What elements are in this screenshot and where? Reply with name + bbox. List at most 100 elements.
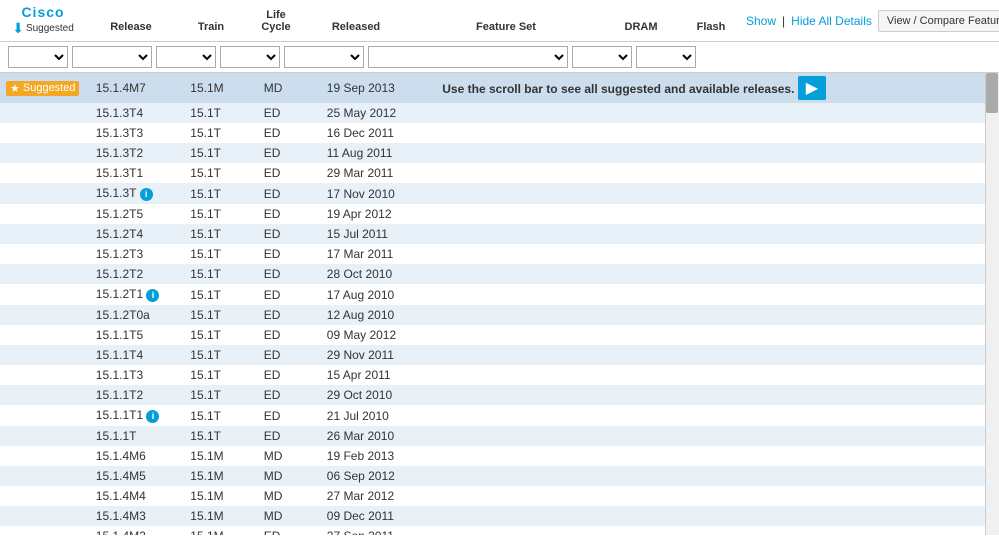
col-header-released: Released <box>306 21 406 33</box>
released-cell: 27 Sep 2011 <box>321 526 437 535</box>
lifecycle-cell: ED <box>258 183 321 204</box>
table-row[interactable]: ★ Suggested15.1.4M715.1MMD19 Sep 2013Use… <box>0 73 999 103</box>
released-cell: 25 May 2012 <box>321 103 437 123</box>
train-cell: 15.1M <box>184 526 258 535</box>
col-header-flash: Flash <box>676 21 746 33</box>
right-arrow-icon: ▶ <box>798 76 826 100</box>
featureset-cell <box>436 264 852 284</box>
flash-filter[interactable] <box>636 46 696 68</box>
dram-cell <box>852 305 926 325</box>
table-row[interactable]: 15.1.3T415.1TED25 May 2012 <box>0 103 999 123</box>
lifecycle-cell: ED <box>258 426 321 446</box>
info-icon[interactable]: i <box>140 188 153 201</box>
lifecycle-cell: ED <box>258 163 321 183</box>
compare-features-button[interactable]: View / Compare Features <box>878 10 999 32</box>
scroll-notice: Use the scroll bar to see all suggested … <box>442 78 794 100</box>
featureset-filter[interactable] <box>368 46 568 68</box>
table-row[interactable]: 15.1.2T215.1TED28 Oct 2010 <box>0 264 999 284</box>
featureset-cell <box>436 486 852 506</box>
lifecycle-cell: ED <box>258 345 321 365</box>
table-row[interactable]: 15.1.2T1 i15.1TED17 Aug 2010 <box>0 284 999 305</box>
cisco-cell <box>0 325 90 345</box>
release-filter[interactable] <box>72 46 152 68</box>
lifecycle-cell: ED <box>258 264 321 284</box>
dram-cell <box>852 264 926 284</box>
table-row[interactable]: 15.1.1T515.1TED09 May 2012 <box>0 325 999 345</box>
table-row[interactable]: 15.1.1T315.1TED15 Apr 2011 <box>0 365 999 385</box>
table-row[interactable]: 15.1.2T515.1TED19 Apr 2012 <box>0 204 999 224</box>
train-cell: 15.1T <box>184 183 258 204</box>
table-row[interactable]: 15.1.3T315.1TED16 Dec 2011 <box>0 123 999 143</box>
table-row[interactable]: 15.1.2T415.1TED15 Jul 2011 <box>0 224 999 244</box>
cisco-cell <box>0 244 90 264</box>
cisco-cell <box>0 163 90 183</box>
released-filter[interactable] <box>284 46 364 68</box>
release-cell: 15.1.2T5 <box>90 204 185 224</box>
info-icon[interactable]: i <box>146 410 159 423</box>
table-row[interactable]: 15.1.1T415.1TED29 Nov 2011 <box>0 345 999 365</box>
lifecycle-cell: MD <box>258 466 321 486</box>
scrollbar-thumb[interactable] <box>986 73 998 113</box>
down-arrow-icon: ⬇ <box>12 20 24 37</box>
table-row[interactable]: 15.1.3T115.1TED29 Mar 2011 <box>0 163 999 183</box>
dram-cell <box>852 103 926 123</box>
train-cell: 15.1T <box>184 103 258 123</box>
table-row[interactable]: 15.1.2T0a15.1TED12 Aug 2010 <box>0 305 999 325</box>
release-cell: 15.1.1T2 <box>90 385 185 405</box>
table-row[interactable]: 15.1.2T315.1TED17 Mar 2011 <box>0 244 999 264</box>
featureset-cell <box>436 284 852 305</box>
cisco-cell <box>0 365 90 385</box>
dram-cell <box>852 426 926 446</box>
release-cell: 15.1.2T2 <box>90 264 185 284</box>
table-row[interactable]: 15.1.4M315.1MMD09 Dec 2011 <box>0 506 999 526</box>
col-header-train: Train <box>176 21 246 33</box>
cisco-cell <box>0 123 90 143</box>
table-row[interactable]: 15.1.3T i15.1TED17 Nov 2010 <box>0 183 999 204</box>
cisco-cell <box>0 224 90 244</box>
release-cell: 15.1.2T1 i <box>90 284 185 305</box>
cisco-cell <box>0 466 90 486</box>
train-cell: 15.1T <box>184 284 258 305</box>
release-cell: 15.1.3T3 <box>90 123 185 143</box>
released-cell: 21 Jul 2010 <box>321 405 437 426</box>
releases-table: ★ Suggested15.1.4M715.1MMD19 Sep 2013Use… <box>0 73 999 535</box>
lifecycle-filter[interactable] <box>220 46 280 68</box>
table-row[interactable]: 15.1.1T1 i15.1TED21 Jul 2010 <box>0 405 999 426</box>
table-container: ★ Suggested15.1.4M715.1MMD19 Sep 2013Use… <box>0 73 999 535</box>
train-cell: 15.1M <box>184 446 258 466</box>
table-row[interactable]: 15.1.1T215.1TED29 Oct 2010 <box>0 385 999 405</box>
table-row[interactable]: 15.1.4M215.1MED27 Sep 2011 <box>0 526 999 535</box>
train-cell: 15.1T <box>184 305 258 325</box>
released-cell: 29 Mar 2011 <box>321 163 437 183</box>
released-cell: 19 Apr 2012 <box>321 204 437 224</box>
scrollbar-area[interactable] <box>985 73 999 535</box>
train-filter[interactable] <box>156 46 216 68</box>
hide-all-details-link[interactable]: Hide All Details <box>791 14 872 28</box>
table-row[interactable]: 15.1.3T215.1TED11 Aug 2011 <box>0 143 999 163</box>
featureset-cell <box>436 426 852 446</box>
info-icon[interactable]: i <box>146 289 159 302</box>
train-cell: 15.1T <box>184 325 258 345</box>
table-row[interactable]: 15.1.4M415.1MMD27 Mar 2012 <box>0 486 999 506</box>
table-row[interactable]: 15.1.1T15.1TED26 Mar 2010 <box>0 426 999 446</box>
train-cell: 15.1T <box>184 143 258 163</box>
show-link[interactable]: Show <box>746 14 776 28</box>
lifecycle-cell: ED <box>258 103 321 123</box>
table-row[interactable]: 15.1.4M515.1MMD06 Sep 2012 <box>0 466 999 486</box>
dram-cell <box>852 486 926 506</box>
dram-filter[interactable] <box>572 46 632 68</box>
dram-cell <box>852 325 926 345</box>
col-header-dram: DRAM <box>606 21 676 33</box>
train-cell: 15.1T <box>184 123 258 143</box>
table-row[interactable]: 15.1.4M615.1MMD19 Feb 2013 <box>0 446 999 466</box>
released-cell: 16 Dec 2011 <box>321 123 437 143</box>
featureset-cell <box>436 163 852 183</box>
featureset-cell <box>436 143 852 163</box>
dram-cell <box>852 345 926 365</box>
dram-cell <box>852 183 926 204</box>
release-cell: 15.1.1T1 i <box>90 405 185 426</box>
col-header-lifecycle: LifeCycle <box>246 9 306 33</box>
separator: | <box>782 14 785 28</box>
lifecycle-cell: MD <box>258 486 321 506</box>
cisco-filter[interactable] <box>8 46 68 68</box>
